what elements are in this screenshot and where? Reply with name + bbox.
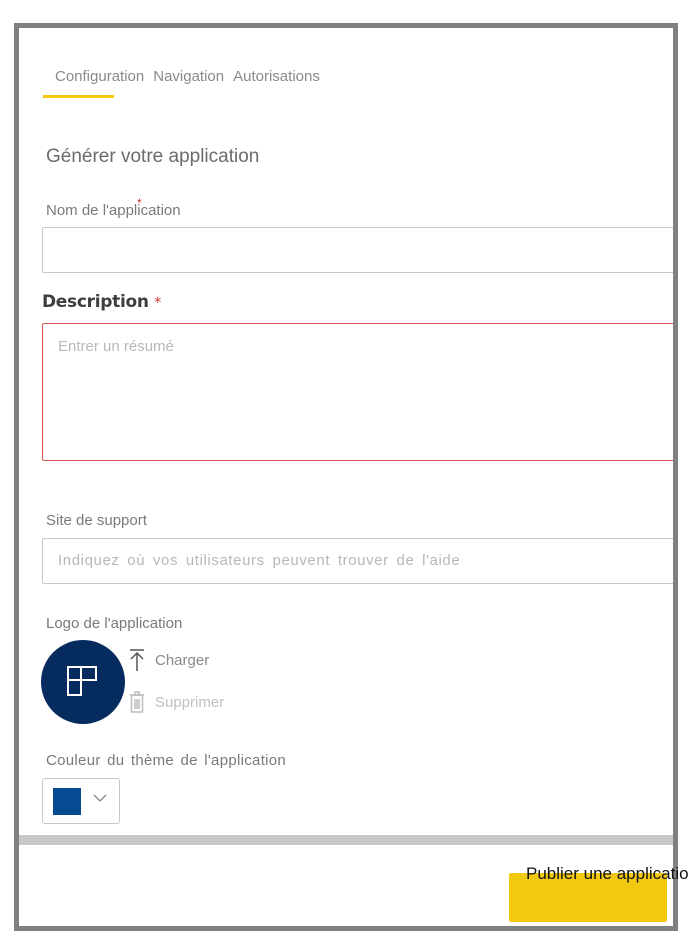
app-name-input[interactable] (42, 227, 673, 273)
app-logo (41, 640, 125, 724)
app-settings-panel: Configuration Navigation Autorisations G… (14, 23, 678, 931)
theme-color-swatch (53, 788, 81, 815)
app-name-label: Nom de l'application (46, 202, 181, 219)
required-marker: * (137, 196, 142, 210)
page-title: Générer votre application (46, 146, 260, 167)
footer-divider (19, 835, 673, 845)
description-textarea[interactable]: Entrer un résumé (42, 323, 673, 461)
support-site-placeholder: Indiquez où vos utilisateurs peuvent tro… (58, 552, 461, 569)
trash-icon (130, 691, 144, 713)
logo-label: Logo de l'application (46, 615, 183, 632)
upload-icon (130, 649, 144, 671)
publish-app-button-label: Publier une application (526, 864, 689, 883)
support-site-input[interactable]: Indiquez où vos utilisateurs peuvent tro… (42, 538, 673, 584)
upload-logo-button[interactable]: Charger (129, 648, 209, 672)
description-label-text: Description (42, 292, 149, 312)
app-name-label-text: Nom de l'application (46, 202, 181, 219)
description-label: Description * (42, 292, 161, 312)
tab-autorisations[interactable]: Autorisations (233, 68, 323, 85)
required-marker: * (154, 295, 161, 311)
active-tab-indicator (43, 95, 114, 98)
support-site-label: Site de support (46, 512, 147, 529)
chevron-down-icon (93, 794, 107, 802)
app-logo-icon (67, 666, 97, 696)
theme-color-label: Couleur du thème de l'application (46, 752, 287, 769)
tab-bar: Configuration Navigation Autorisations (55, 68, 323, 85)
tab-navigation[interactable]: Navigation (153, 68, 227, 85)
delete-logo-label: Supprimer (155, 693, 225, 711)
theme-color-dropdown[interactable] (42, 778, 120, 824)
tab-configuration[interactable]: Configuration (55, 68, 147, 85)
upload-logo-label: Charger (155, 651, 210, 669)
delete-logo-button[interactable]: Supprimer (129, 690, 224, 714)
description-placeholder: Entrer un résumé (58, 338, 174, 355)
